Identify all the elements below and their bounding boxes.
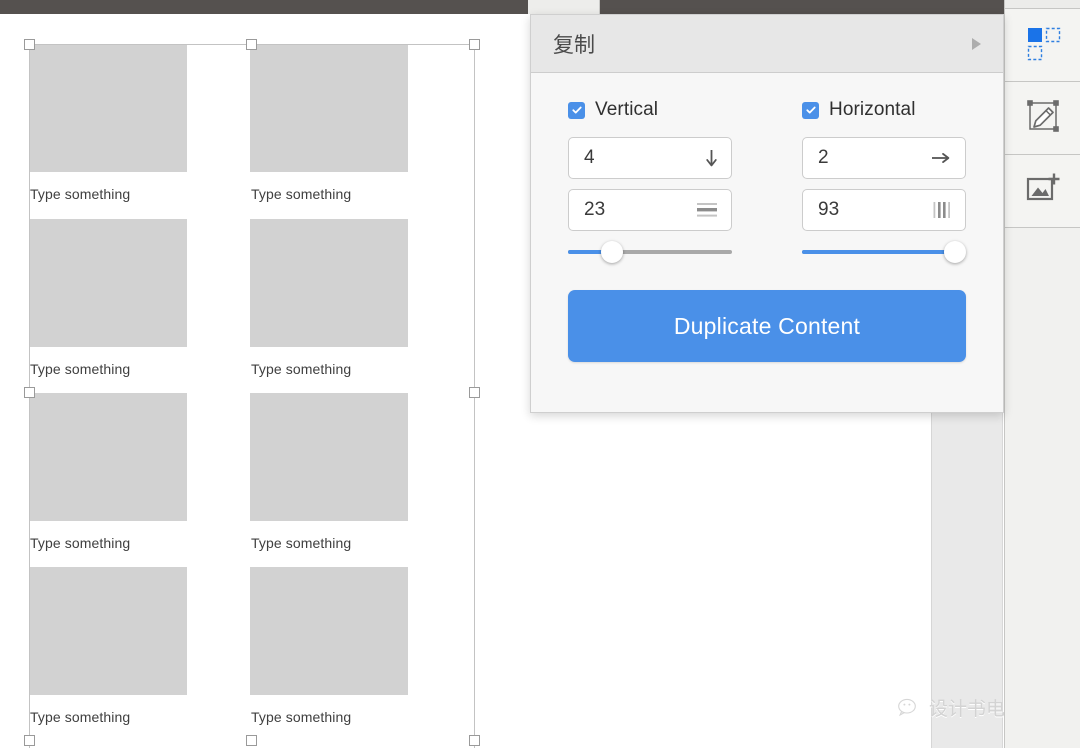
horizontal-slider-fill xyxy=(802,250,955,254)
selection-handle-bottom-right[interactable] xyxy=(469,735,480,746)
vertical-spacing-value[interactable]: 23 xyxy=(584,199,692,221)
list-item[interactable]: Type something xyxy=(250,219,408,377)
sidebar-empty-area xyxy=(1005,228,1080,748)
arrow-down-icon xyxy=(692,148,718,168)
image-placeholder xyxy=(29,44,187,172)
image-placeholder xyxy=(29,393,187,521)
horizontal-group: Horizontal 2 93 xyxy=(802,99,966,263)
card-caption[interactable]: Type something xyxy=(29,172,187,202)
horizontal-lines-icon xyxy=(692,201,718,219)
list-item[interactable]: Type something xyxy=(29,219,187,377)
card-caption[interactable]: Type something xyxy=(250,521,408,551)
card-caption[interactable]: Type something xyxy=(250,172,408,202)
card-caption[interactable]: Type something xyxy=(29,347,187,377)
horizontal-slider[interactable] xyxy=(802,241,966,263)
right-sidebar xyxy=(1004,0,1080,748)
vertical-group: Vertical 4 23 xyxy=(568,99,732,263)
selection-handle-middle-left[interactable] xyxy=(24,387,35,398)
sidebar-item-add-image[interactable] xyxy=(1005,155,1080,228)
panel-header[interactable]: 复制 xyxy=(531,15,1003,73)
vertical-label: Vertical xyxy=(595,99,659,120)
card-caption[interactable]: Type something xyxy=(29,695,187,725)
image-placeholder xyxy=(29,219,187,347)
arrow-right-icon xyxy=(926,151,952,165)
horizontal-spacing-value[interactable]: 93 xyxy=(818,199,926,221)
image-placeholder xyxy=(29,567,187,695)
vertical-spacing-field[interactable]: 23 xyxy=(568,189,732,231)
card-caption[interactable]: Type something xyxy=(29,521,187,551)
horizontal-count-value[interactable]: 2 xyxy=(818,147,926,169)
design-canvas[interactable]: Type something Type something Type somet… xyxy=(0,14,600,748)
vertical-bars-icon xyxy=(926,200,952,220)
sidebar-item-edit-shape[interactable] xyxy=(1005,82,1080,155)
image-placeholder xyxy=(250,44,408,172)
list-item[interactable]: Type something xyxy=(250,567,408,725)
sidebar-top-sliver xyxy=(1005,0,1080,9)
image-placeholder xyxy=(250,393,408,521)
selection-handle-top-center[interactable] xyxy=(246,39,257,50)
duplicate-panel: 复制 Vertical 4 23 Horizontal 2 93 Duplica… xyxy=(530,14,1004,413)
add-image-icon xyxy=(1024,170,1062,213)
image-placeholder xyxy=(250,219,408,347)
chevron-right-icon[interactable] xyxy=(972,37,981,50)
card-caption[interactable]: Type something xyxy=(250,695,408,725)
selection-handle-middle-right[interactable] xyxy=(469,387,480,398)
vertical-slider[interactable] xyxy=(568,241,732,263)
duplicate-icon xyxy=(1024,24,1062,67)
selection-handle-bottom-left[interactable] xyxy=(24,735,35,746)
horizontal-count-field[interactable]: 2 xyxy=(802,137,966,179)
list-item[interactable]: Type something xyxy=(29,393,187,551)
list-item[interactable]: Type something xyxy=(250,44,408,202)
edit-shape-icon xyxy=(1024,97,1062,140)
vertical-count-value[interactable]: 4 xyxy=(584,147,692,169)
sidebar-item-duplicate[interactable] xyxy=(1005,9,1080,82)
selection-handle-top-left[interactable] xyxy=(24,39,35,50)
top-toolbar xyxy=(0,0,1080,14)
image-placeholder xyxy=(250,567,408,695)
vertical-count-field[interactable]: 4 xyxy=(568,137,732,179)
vertical-checkbox[interactable] xyxy=(568,101,585,119)
horizontal-slider-thumb[interactable] xyxy=(943,241,966,263)
horizontal-label: Horizontal xyxy=(829,99,916,120)
list-item[interactable]: Type something xyxy=(250,393,408,551)
vertical-slider-thumb[interactable] xyxy=(601,241,624,263)
horizontal-checkbox-row[interactable]: Horizontal xyxy=(802,99,966,121)
selection-handle-top-right[interactable] xyxy=(469,39,480,50)
vertical-checkbox-row[interactable]: Vertical xyxy=(568,99,732,121)
panel-title: 复制 xyxy=(553,32,595,57)
card-caption[interactable]: Type something xyxy=(250,347,408,377)
app-window: Type something Type something Type somet… xyxy=(0,0,1080,748)
card-grid: Type something Type something Type somet… xyxy=(29,44,475,748)
horizontal-checkbox[interactable] xyxy=(802,101,819,119)
horizontal-spacing-field[interactable]: 93 xyxy=(802,189,966,231)
selection-handle-bottom-center[interactable] xyxy=(246,735,257,746)
list-item[interactable]: Type something xyxy=(29,44,187,202)
list-item[interactable]: Type something xyxy=(29,567,187,725)
duplicate-content-button[interactable]: Duplicate Content xyxy=(568,290,966,362)
toolbar-tab[interactable] xyxy=(528,0,600,14)
panel-body: Vertical 4 23 Horizontal 2 93 xyxy=(531,73,1003,263)
